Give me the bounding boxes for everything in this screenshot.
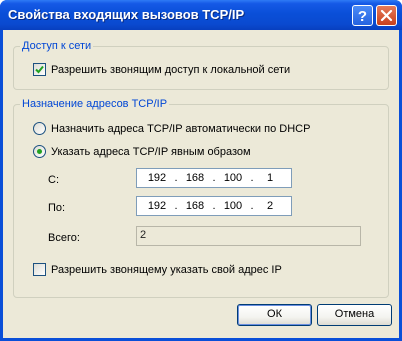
dhcp-radio-label[interactable]: Назначить адреса TCP/IP автоматически по… — [51, 122, 310, 136]
ok-button[interactable]: ОК — [237, 304, 312, 326]
explicit-address-radio[interactable] — [33, 145, 46, 158]
help-button[interactable]: ? — [352, 5, 373, 26]
to-ip-octet-1: 192 — [147, 200, 167, 212]
from-ip-octet-3: 100 — [223, 172, 243, 184]
allow-local-network-checkbox[interactable] — [33, 63, 46, 76]
total-field: 2 — [136, 226, 361, 246]
cancel-button[interactable]: Отмена — [317, 304, 392, 326]
from-ip-octet-2: 168 — [185, 172, 205, 184]
from-ip-field[interactable]: 192 . 168 . 100 . 1 — [136, 168, 292, 188]
close-icon — [380, 9, 393, 22]
title-bar[interactable]: Свойства входящих вызовов TCP/IP ? — [0, 0, 402, 30]
to-ip-octet-2: 168 — [185, 200, 205, 212]
dialog-body: Доступ к сети Разрешить звонящим доступ … — [3, 30, 399, 338]
explicit-address-radio-label[interactable]: Указать адреса TCP/IP явным образом — [51, 145, 251, 159]
to-label: По: — [48, 202, 66, 214]
to-ip-octet-4: 2 — [266, 200, 274, 212]
dhcp-radio[interactable] — [33, 122, 46, 135]
allow-caller-ip-checkbox[interactable] — [33, 263, 46, 276]
close-button[interactable] — [376, 5, 397, 26]
dialog-window: Свойства входящих вызовов TCP/IP ? Досту… — [0, 0, 402, 341]
window-title: Свойства входящих вызовов TCP/IP — [8, 7, 245, 22]
from-ip-octet-4: 1 — [266, 172, 274, 184]
total-label: Всего: — [48, 232, 80, 244]
svg-text:?: ? — [358, 8, 367, 25]
checkmark-icon — [35, 65, 44, 74]
to-ip-field[interactable]: 192 . 168 . 100 . 2 — [136, 196, 292, 216]
from-label: С: — [48, 174, 59, 186]
from-ip-octet-1: 192 — [147, 172, 167, 184]
allow-caller-ip-label[interactable]: Разрешить звонящему указать свой адрес I… — [51, 263, 282, 277]
address-assignment-group-label: Назначение адресов TCP/IP — [20, 97, 170, 111]
network-access-group-label: Доступ к сети — [20, 39, 94, 53]
to-ip-octet-3: 100 — [223, 200, 243, 212]
help-icon: ? — [358, 8, 367, 25]
radio-selected-dot — [37, 149, 42, 154]
allow-local-network-label[interactable]: Разрешить звонящим доступ к локальной се… — [51, 63, 290, 77]
